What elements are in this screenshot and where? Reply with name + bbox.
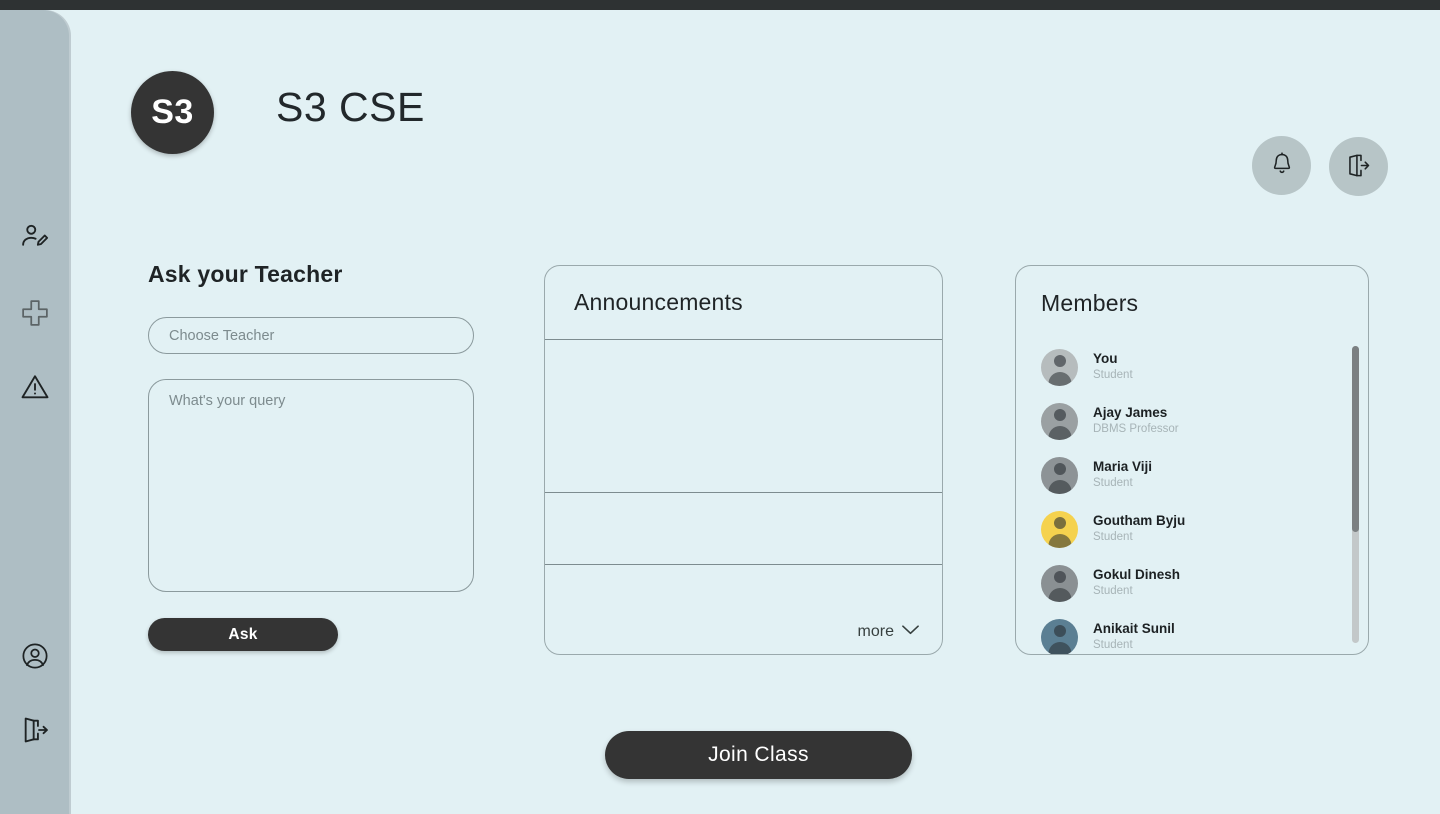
member-info: You Student (1093, 351, 1133, 383)
announcement-row[interactable] (545, 493, 942, 565)
sidebar-item-edit-profile[interactable] (14, 215, 56, 257)
avatar (1041, 510, 1078, 548)
class-avatar-badge: S3 (131, 71, 214, 154)
exit-door-icon (1345, 152, 1372, 182)
member-row[interactable]: Goutham Byju Student (1016, 502, 1368, 556)
ask-button[interactable]: Ask (148, 618, 338, 651)
left-sidebar (0, 10, 71, 814)
avatar (1041, 402, 1078, 440)
member-info: Goutham Byju Student (1093, 513, 1185, 545)
member-role: Student (1093, 368, 1133, 381)
query-input[interactable] (148, 379, 474, 592)
member-info: Ajay James DBMS Professor (1093, 405, 1179, 437)
sidebar-item-report[interactable] (14, 366, 56, 408)
member-info: Maria Viji Student (1093, 459, 1152, 491)
member-name: Anikait Sunil (1093, 620, 1175, 636)
avatar (1041, 564, 1078, 602)
warning-triangle-icon (20, 372, 50, 402)
members-panel: Members You Student Ajay James DBMS Profess… (1015, 265, 1369, 655)
sidebar-item-create[interactable] (14, 292, 56, 334)
member-role: Student (1093, 638, 1133, 651)
member-role: Student (1093, 530, 1133, 543)
member-name: Maria Viji (1093, 458, 1153, 474)
plus-icon (20, 298, 50, 328)
member-name: You (1093, 350, 1118, 366)
member-role: Student (1093, 584, 1133, 597)
app-root: S3 S3 CSE Ask your Teacher Choose Teache… (0, 0, 1440, 814)
announcements-panel: Announcements more (544, 265, 943, 655)
join-class-button[interactable]: Join Class (605, 731, 912, 779)
sidebar-item-logout[interactable] (14, 709, 56, 751)
member-name: Ajay James (1093, 404, 1168, 420)
member-name: Gokul Dinesh (1093, 566, 1181, 582)
member-name: Goutham Byju (1093, 512, 1186, 528)
user-circle-icon (20, 641, 50, 671)
user-edit-icon (20, 221, 50, 251)
bell-icon (1269, 151, 1295, 180)
member-row[interactable]: Gokul Dinesh Student (1016, 556, 1368, 610)
announcement-row[interactable]: more (545, 565, 942, 653)
members-list: You Student Ajay James DBMS Professor Maria … (1016, 340, 1368, 654)
announcement-row[interactable] (545, 340, 942, 493)
class-badge-text: S3 (151, 93, 194, 131)
sidebar-item-account[interactable] (14, 635, 56, 677)
members-scrollbar-thumb[interactable] (1352, 346, 1359, 532)
teacher-select-placeholder: Choose Teacher (169, 327, 275, 344)
member-info: Gokul Dinesh Student (1093, 567, 1180, 599)
ask-teacher-title: Ask your Teacher (148, 261, 343, 287)
logout-icon (19, 714, 51, 746)
more-label: more (857, 623, 894, 640)
member-info: Anikait Sunil Student (1093, 621, 1175, 653)
avatar (1041, 618, 1078, 654)
avatar (1041, 456, 1078, 494)
member-row[interactable]: Maria Viji Student (1016, 448, 1368, 502)
avatar (1041, 348, 1078, 386)
leave-class-button[interactable] (1329, 137, 1388, 196)
page-title: S3 CSE (276, 84, 425, 130)
members-scrollbar-track[interactable] (1352, 346, 1359, 643)
member-row[interactable]: Ajay James DBMS Professor (1016, 394, 1368, 448)
chevron-down-icon (901, 623, 920, 641)
announcements-more-button[interactable]: more (858, 623, 920, 641)
notifications-button[interactable] (1252, 136, 1311, 195)
window-topbar (0, 0, 1440, 10)
announcements-title: Announcements (545, 266, 942, 340)
member-role: Student (1093, 476, 1133, 489)
members-title: Members (1041, 290, 1139, 316)
member-role: DBMS Professor (1093, 422, 1179, 435)
teacher-select[interactable]: Choose Teacher (148, 317, 474, 354)
member-row[interactable]: You Student (1016, 340, 1368, 394)
member-row[interactable]: Anikait Sunil Student (1016, 610, 1368, 654)
